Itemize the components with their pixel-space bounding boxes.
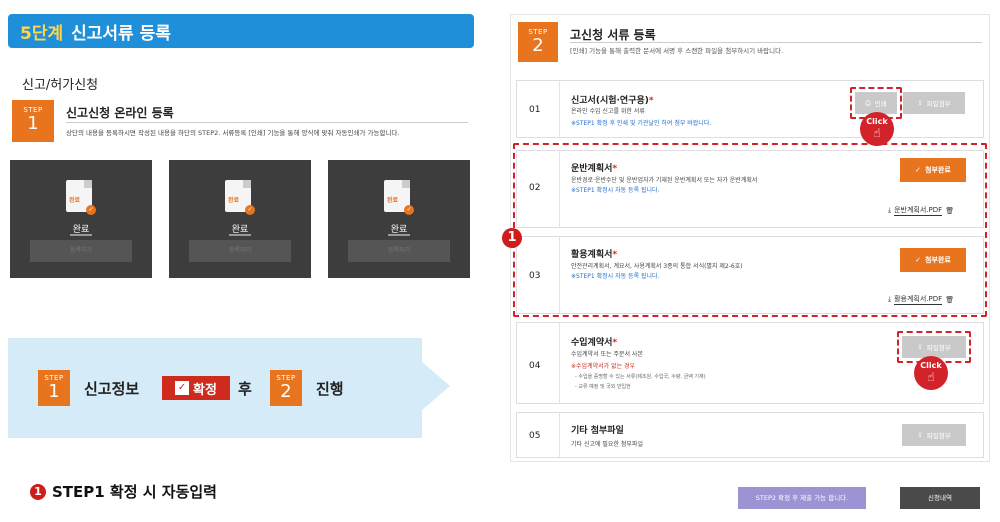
printer-icon: ⎙	[865, 98, 871, 107]
row-subnote: - 수입을 증명할 수 있는 서류(제조원, 수입국, 수량, 금액 기재)	[575, 374, 706, 380]
banner-step: 5단계	[20, 23, 64, 44]
step1-title: 신고신청 온라인 등록	[66, 106, 174, 120]
step2-badge: STEP 2	[518, 22, 558, 62]
flow-step2-badge: STEP 2	[270, 370, 302, 406]
click-label: Click	[866, 117, 888, 126]
flow-text-proceed: 진행	[316, 380, 344, 398]
confirm-label: 확정	[193, 382, 217, 398]
section-label: 신고/허가신청	[22, 78, 99, 93]
doc-tag: 완료	[387, 197, 399, 204]
completed-card[interactable]: 완료 ✓ 완료 등록하기	[169, 160, 311, 278]
row-number: 04	[529, 361, 541, 371]
history-button[interactable]: 신청내역	[900, 487, 980, 509]
row-number: 01	[529, 105, 541, 115]
row-title: 기타 첨부파일	[571, 426, 624, 436]
step-num: 2	[280, 381, 292, 402]
attach-file-button[interactable]: ⇪ 파일첨부	[902, 424, 966, 446]
click-label: Click	[920, 361, 942, 370]
marker-badge: 1	[30, 483, 46, 500]
upload-icon: ⇪	[917, 343, 923, 351]
document-icon: 완료 ✓	[225, 180, 255, 215]
step-num: 2	[532, 35, 544, 56]
attach-file-button[interactable]: ⇪ 파일첨부	[903, 92, 965, 114]
step2-title: 고신청 서류 등록	[570, 28, 656, 42]
card-button[interactable]: 등록하기	[30, 234, 132, 262]
upload-icon: ⇪	[917, 99, 923, 107]
footnote: 1 STEP1 확정 시 자동입력	[30, 481, 217, 502]
highlight-auto-documents	[513, 143, 987, 317]
attach-file-button[interactable]: ⇪ 파일첨부	[902, 336, 966, 358]
flow-text-after: 후	[238, 380, 252, 398]
document-icon: 완료 ✓	[384, 180, 414, 215]
check-icon: ✓	[404, 205, 414, 215]
step1-description: 상단의 내용을 등록하시면 작성된 내용을 하단의 STEP2. 서류등록 [인…	[66, 129, 400, 137]
row-description: 온라인 수입 신고를 위한 서류	[571, 108, 645, 115]
click-indicator: Click ☝	[860, 112, 894, 146]
banner-title: 신고서류 등록	[71, 23, 171, 44]
divider	[66, 122, 468, 123]
step-banner: 5단계 신고서류 등록	[8, 14, 474, 48]
check-icon: ✓	[175, 381, 190, 395]
pointer-hand-icon: ☝	[927, 370, 935, 384]
doc-tag: 완료	[228, 197, 240, 204]
row-description: 수입계약서 또는 주문서 사본	[571, 351, 643, 358]
flow-step1-badge: STEP 1	[38, 370, 70, 406]
attach-label: 파일첨부	[926, 344, 951, 352]
confirm-button[interactable]: ✓ 확정	[162, 376, 230, 400]
row-note: ※STEP1 확정 후 인쇄 및 기관날인 하여 첨부 바랍니다.	[571, 120, 712, 127]
row-title: 수입계약서*	[571, 338, 618, 348]
card-button[interactable]: 등록하기	[348, 234, 450, 262]
divider	[570, 42, 982, 43]
row-number: 05	[529, 431, 541, 441]
doc-tag: 완료	[69, 197, 81, 204]
step-word: STEP	[528, 28, 548, 36]
attach-label: 파일첨부	[926, 432, 951, 440]
flow-text-info: 신고정보	[84, 380, 140, 398]
step-word: STEP	[23, 106, 43, 114]
row-description: 기타 신고에 필요한 첨부파일	[571, 441, 643, 448]
check-icon: ✓	[245, 205, 255, 215]
row-title: 신고서(시험·연구용)*	[571, 96, 654, 106]
right-arrow-icon	[422, 362, 450, 410]
document-icon: 완료 ✓	[66, 180, 96, 215]
card-button[interactable]: 등록하기	[189, 234, 291, 262]
row-note: ※수입계약서가 없는 경우	[571, 363, 636, 370]
footnote-text: STEP1 확정 시 자동입력	[52, 483, 217, 501]
completed-card[interactable]: 완료 ✓ 완료 등록하기	[10, 160, 152, 278]
pointer-hand-icon: ☝	[873, 126, 881, 140]
check-icon: ✓	[86, 205, 96, 215]
click-indicator: Click ☝	[914, 356, 948, 390]
row-subnote: - 교류 예정 및 국외 반입한	[575, 384, 631, 390]
step1-badge: STEP 1	[12, 100, 54, 142]
submit-button[interactable]: STEP2 확정 후 제출 가능 합니다.	[738, 487, 866, 509]
callout-marker: 1	[502, 228, 522, 248]
attach-label: 파일첨부	[926, 100, 951, 108]
step-num: 1	[27, 113, 39, 134]
step2-description: [인쇄] 기능을 통해 출력한 문서에 서명 후 스캔한 파일을 첨부하시기 바…	[570, 47, 784, 55]
step-num: 1	[48, 381, 60, 402]
print-label: 인쇄	[874, 100, 887, 108]
completed-card[interactable]: 완료 ✓ 완료 등록하기	[328, 160, 470, 278]
upload-icon: ⇪	[917, 431, 923, 439]
print-button[interactable]: ⎙ 인쇄	[855, 92, 897, 114]
